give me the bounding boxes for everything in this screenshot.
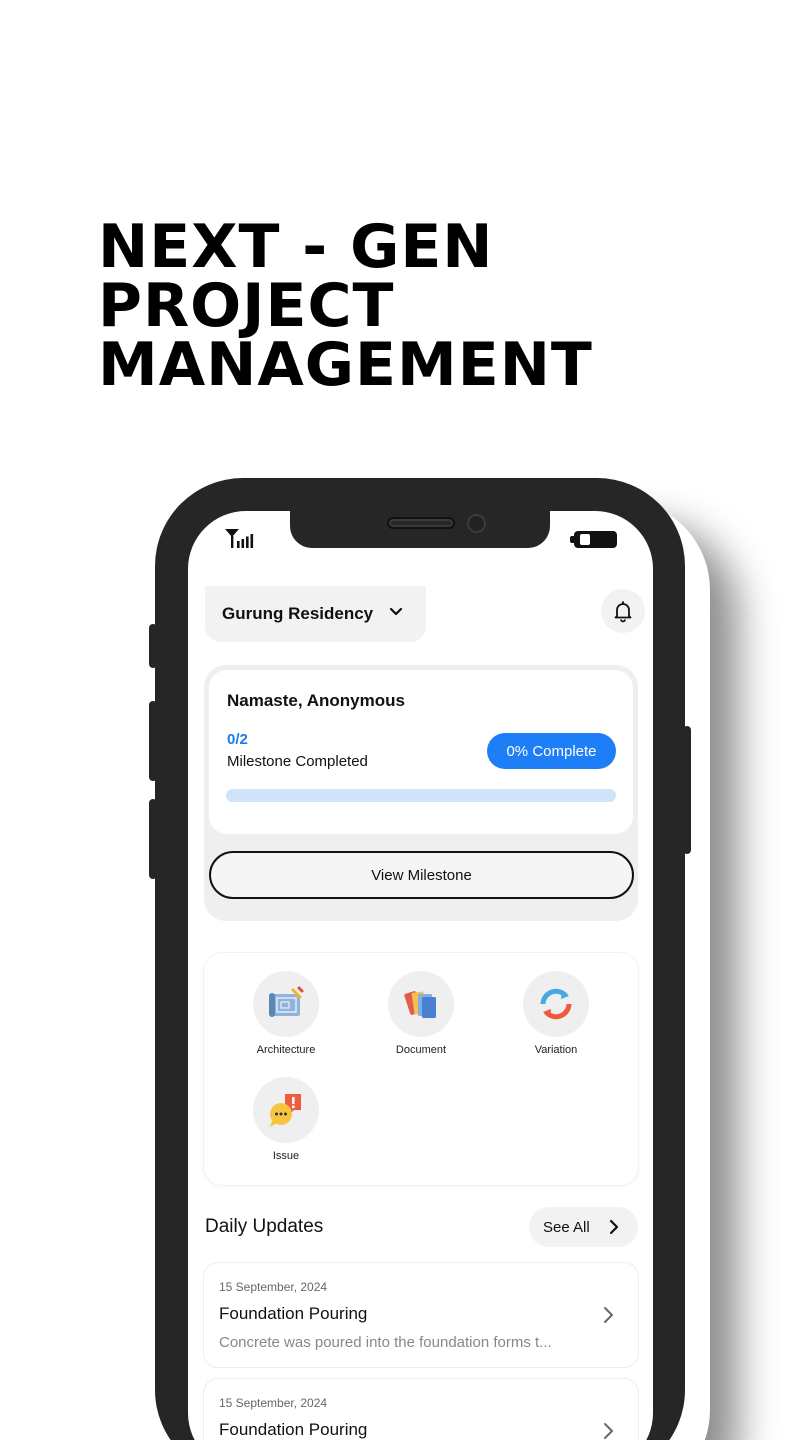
update-title: Foundation Pouring — [219, 1420, 368, 1439]
chevron-right-icon — [604, 1423, 613, 1439]
daily-updates-title: Daily Updates — [205, 1216, 324, 1237]
see-all-button[interactable]: See All — [529, 1207, 638, 1247]
chevron-down-icon[interactable] — [388, 604, 404, 620]
menu-label-architecture: Architecture — [256, 1044, 316, 1056]
chevron-right-icon — [609, 1219, 619, 1235]
menu-label-variation: Variation — [534, 1044, 578, 1056]
daily-update-item[interactable]: 15 September, 2024 Foundation Pouring Co… — [204, 1263, 638, 1367]
see-all-label: See All — [543, 1218, 590, 1236]
blueprint-icon — [269, 986, 304, 1017]
headline: NEXT - GEN PROJECT MANAGEMENT — [98, 212, 593, 400]
power-button — [683, 726, 691, 854]
document-icon-circle — [388, 971, 454, 1037]
update-title: Foundation Pouring — [219, 1304, 368, 1323]
menu-item-document[interactable]: Document — [361, 971, 481, 1056]
notification-button[interactable] — [601, 589, 645, 633]
volume-down-button — [149, 799, 157, 879]
view-milestone-button[interactable]: View Milestone — [209, 851, 634, 899]
update-description: Concrete was poured into the foundation … — [219, 1334, 552, 1351]
menu-item-architecture[interactable]: Architecture — [226, 971, 346, 1056]
menu-label-issue: Issue — [272, 1150, 300, 1162]
issue-icon-circle — [253, 1077, 319, 1143]
menu-item-issue[interactable]: Issue — [226, 1077, 346, 1162]
milestone-label: Milestone Completed — [227, 753, 368, 770]
bell-icon — [614, 601, 632, 623]
front-camera — [467, 514, 486, 533]
signal-icon — [225, 529, 254, 548]
menu-item-variation[interactable]: Variation — [496, 971, 616, 1056]
update-date: 15 September, 2024 — [219, 1280, 328, 1294]
variation-icon-circle — [523, 971, 589, 1037]
chevron-right-icon — [604, 1307, 613, 1323]
refresh-icon — [540, 988, 572, 1020]
completion-badge: 0% Complete — [487, 733, 616, 769]
headline-line-2: PROJECT — [98, 271, 395, 341]
milestone-progress-bar — [226, 789, 616, 802]
volume-up-button — [149, 701, 157, 781]
architecture-icon-circle — [253, 971, 319, 1037]
folders-icon — [404, 991, 436, 1018]
daily-update-item[interactable]: 15 September, 2024 Foundation Pouring — [204, 1379, 638, 1440]
project-name: Gurung Residency — [222, 604, 374, 623]
menu-label-document: Document — [395, 1044, 447, 1056]
speaker — [387, 517, 455, 529]
update-date: 15 September, 2024 — [219, 1396, 328, 1410]
headline-line-1: NEXT - GEN — [98, 212, 494, 282]
chat-alert-icon — [270, 1094, 301, 1127]
quick-menu: Architecture Document Variation Issue — [204, 953, 638, 1185]
milestone-count: 0/2 — [227, 731, 248, 748]
mute-switch — [149, 624, 157, 668]
greeting-text: Namaste, Anonymous — [227, 691, 405, 710]
battery-icon — [570, 531, 617, 548]
headline-line-3: MANAGEMENT — [98, 330, 593, 400]
